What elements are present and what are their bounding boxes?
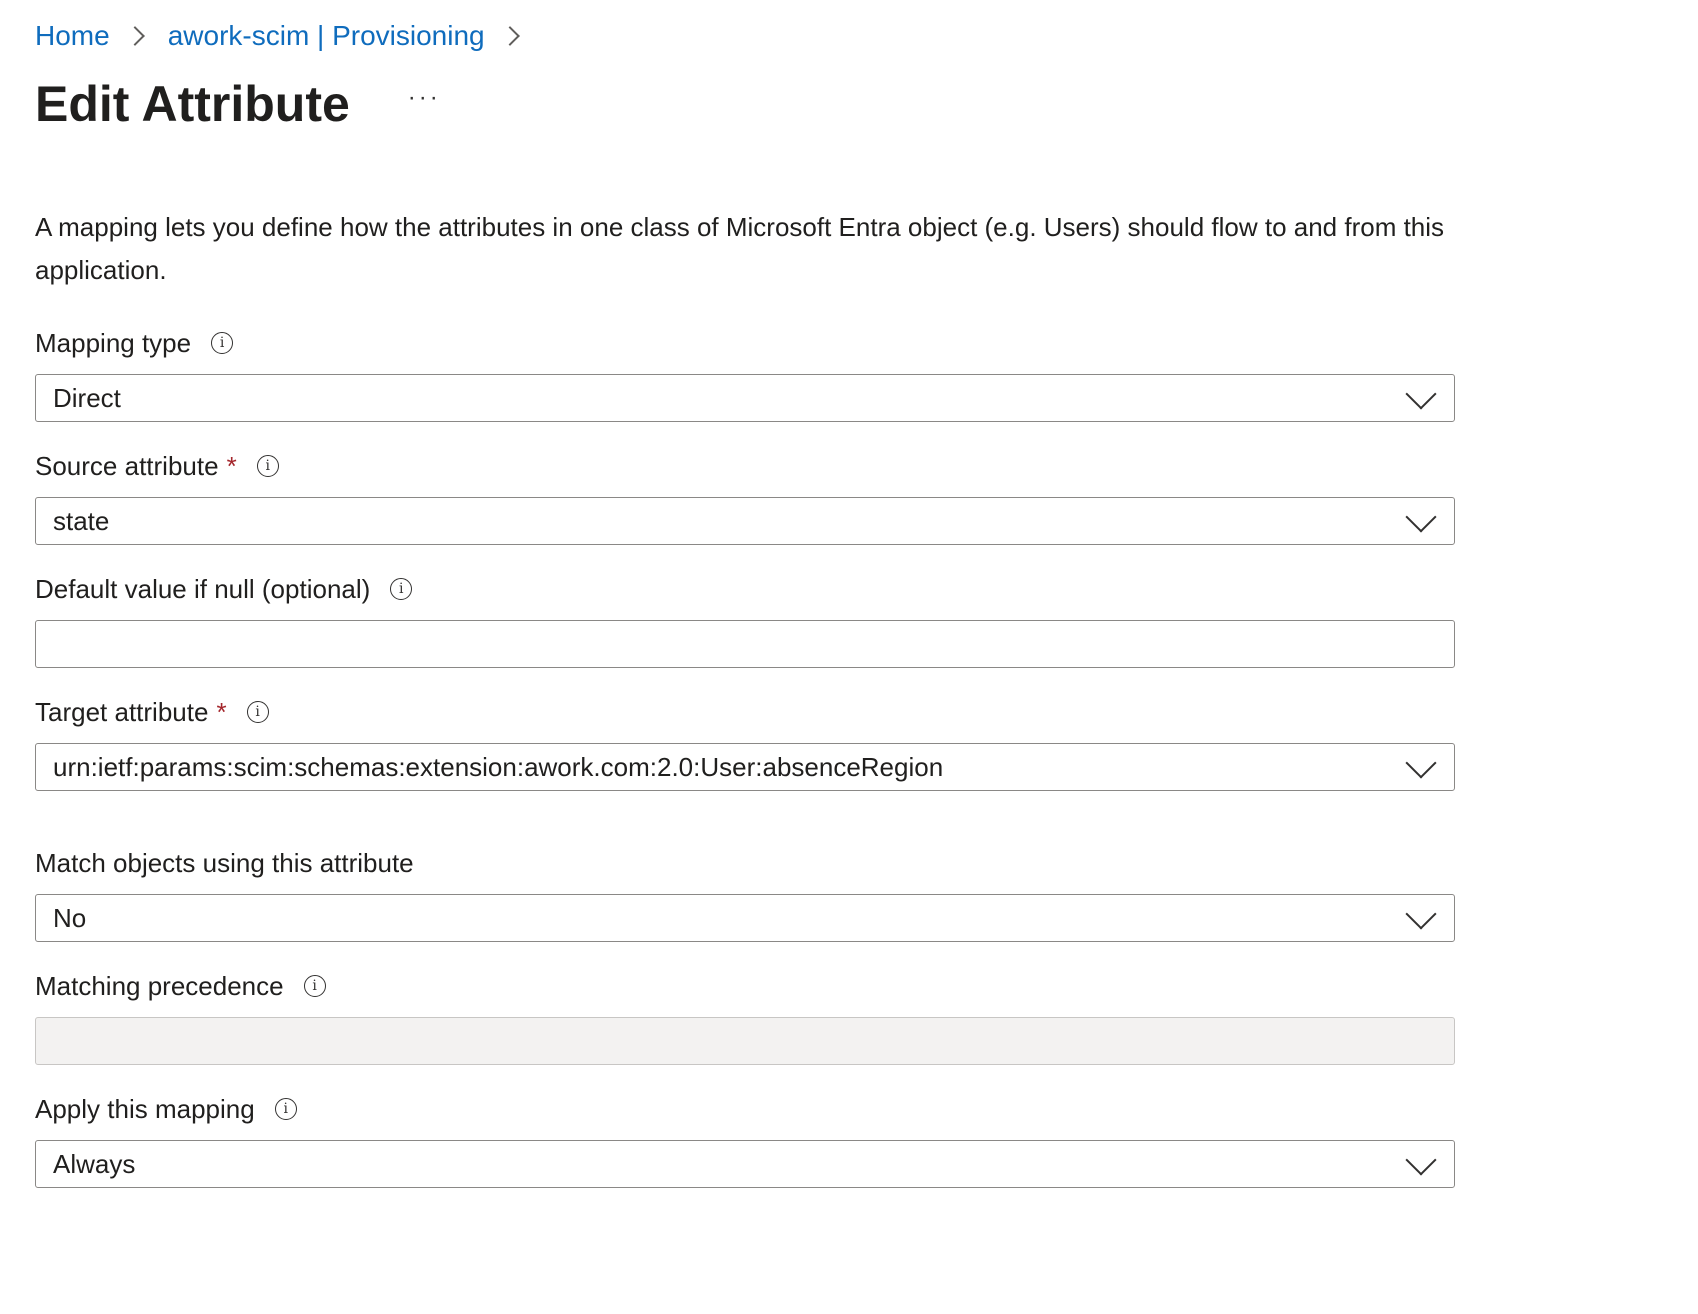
mapping-type-label-row: Mapping type i bbox=[35, 326, 1455, 360]
info-icon[interactable]: i bbox=[211, 332, 234, 354]
apply-mapping-label-row: Apply this mapping i bbox=[35, 1092, 1455, 1126]
more-options-button[interactable]: ··· bbox=[402, 82, 447, 114]
source-attribute-value: state bbox=[53, 505, 110, 536]
chevron-right-icon bbox=[499, 26, 520, 46]
source-attribute-field: Source attribute * i state bbox=[35, 449, 1455, 545]
mapping-type-value: Direct bbox=[53, 382, 121, 413]
target-attribute-label: Target attribute bbox=[35, 697, 209, 727]
matching-precedence-label-row: Matching precedence i bbox=[35, 969, 1455, 1003]
default-value-label: Default value if null (optional) bbox=[35, 574, 371, 604]
source-attribute-label: Source attribute bbox=[35, 451, 219, 481]
match-objects-dropdown[interactable]: No bbox=[35, 894, 1455, 942]
match-objects-value: No bbox=[53, 902, 87, 933]
target-attribute-label-row: Target attribute * i bbox=[35, 695, 1455, 729]
breadcrumb-home-link[interactable]: Home bbox=[35, 18, 110, 54]
mapping-type-field: Mapping type i Direct bbox=[35, 326, 1455, 422]
target-attribute-dropdown[interactable]: urn:ietf:params:scim:schemas:extension:a… bbox=[35, 743, 1455, 791]
default-value-input-box bbox=[35, 620, 1455, 668]
page-description: A mapping lets you define how the attrib… bbox=[35, 212, 1445, 285]
default-value-label-row: Default value if null (optional) i bbox=[35, 572, 1455, 606]
required-indicator: * bbox=[226, 451, 237, 481]
breadcrumb-provisioning-link[interactable]: awork-scim | Provisioning bbox=[168, 18, 485, 54]
matching-precedence-field: Matching precedence i bbox=[35, 969, 1455, 1065]
match-objects-label-row: Match objects using this attribute bbox=[35, 846, 1455, 880]
mapping-type-dropdown[interactable]: Direct bbox=[35, 374, 1455, 422]
info-icon[interactable]: i bbox=[246, 701, 269, 723]
page-title: Edit Attribute bbox=[35, 76, 350, 132]
info-icon[interactable]: i bbox=[256, 455, 279, 477]
apply-mapping-label: Apply this mapping bbox=[35, 1094, 255, 1124]
info-icon[interactable]: i bbox=[274, 1098, 297, 1120]
title-row: Edit Attribute ··· bbox=[35, 72, 447, 136]
info-icon[interactable]: i bbox=[303, 975, 326, 997]
matching-precedence-label: Matching precedence bbox=[35, 971, 284, 1001]
target-attribute-value: urn:ietf:params:scim:schemas:extension:a… bbox=[53, 751, 944, 782]
source-attribute-label-row: Source attribute * i bbox=[35, 449, 1455, 483]
target-attribute-field: Target attribute * i urn:ietf:params:sci… bbox=[35, 695, 1455, 791]
match-objects-label: Match objects using this attribute bbox=[35, 848, 414, 878]
default-value-input[interactable] bbox=[36, 621, 1454, 667]
source-attribute-dropdown[interactable]: state bbox=[35, 497, 1455, 545]
breadcrumb: Home awork-scim | Provisioning bbox=[35, 18, 543, 54]
apply-mapping-field: Apply this mapping i Always bbox=[35, 1092, 1455, 1188]
required-indicator: * bbox=[216, 697, 227, 727]
match-objects-field: Match objects using this attribute No bbox=[35, 846, 1455, 942]
mapping-type-label: Mapping type bbox=[35, 328, 192, 358]
apply-mapping-dropdown[interactable]: Always bbox=[35, 1140, 1455, 1188]
info-icon[interactable]: i bbox=[390, 578, 413, 600]
matching-precedence-input bbox=[35, 1017, 1455, 1065]
chevron-right-icon bbox=[124, 26, 145, 46]
apply-mapping-value: Always bbox=[53, 1148, 136, 1179]
default-value-field: Default value if null (optional) i bbox=[35, 572, 1455, 668]
